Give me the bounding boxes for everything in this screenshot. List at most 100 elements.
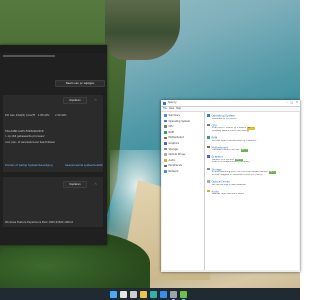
summary-section: CPU Intel Core i7 8565U @ 1.80GHz 46 °C Whi… [207, 123, 297, 133]
summary-detail-line: No optical disk drives detected [212, 183, 246, 186]
category-icon [164, 147, 167, 151]
temperature-badge: 38 °C [268, 171, 277, 174]
category-icon [207, 180, 210, 183]
system-type-value: r, op x64 gebaseerde processor [5, 135, 45, 138]
summary-section: Audio Realtek High Definition Audio [207, 189, 297, 196]
speccy-window: Speccy – □ ✕ File View Help Summary Opera… [161, 100, 300, 272]
category-icon [164, 136, 167, 140]
summary-section: Graphics Generic PnP Monitor 35 °C Intel UH… [207, 155, 297, 164]
windows-specs-copy-button[interactable]: Kopiëren [63, 181, 87, 188]
speccy-sidebar-item[interactable]: Storage [164, 148, 204, 152]
speccy-titlebar: Speccy – □ ✕ [161, 100, 300, 107]
speccy-sidebar-label: Operating System [168, 119, 191, 123]
speccy-sidebar-label: RAM [168, 130, 174, 134]
start-icon[interactable] [110, 290, 117, 298]
device-specs-card: Kopiëren ︿ 1th Gen Intel(R) Core(TM) 1.8… [3, 95, 103, 172]
speccy-sidebar-item[interactable]: Operating System [164, 120, 204, 124]
device-specs-copy-button[interactable]: Kopiëren [63, 97, 87, 104]
processor-current-speed: 2.30 GHz [55, 114, 67, 117]
speccy-sidebar-label: Network [168, 170, 179, 173]
speccy-sidebar-label: Graphics [168, 142, 180, 145]
processor-speed: 1.80 GHz [38, 114, 50, 117]
summary-detail-line: 931GB Seagate ST1000LM035-1RK172 (SATA) [212, 173, 263, 176]
menu-help[interactable]: Help [176, 107, 181, 111]
category-icon [164, 131, 167, 134]
speccy-sidebar-item[interactable]: Summary [164, 114, 204, 118]
speccy-sidebar-label: Peripherals [168, 164, 182, 168]
close-icon[interactable]: ✕ [296, 101, 298, 104]
experience-pack-value: Windows Feature Experience Pack 1000.226… [5, 221, 74, 224]
category-icon [207, 114, 210, 117]
category-icon [164, 164, 167, 168]
speccy-sidebar-label: Motherboard [168, 136, 184, 140]
category-icon [164, 159, 167, 162]
speccy-sidebar-label: CPU [168, 125, 174, 129]
summary-detail-line: Realtek High Definition Audio [212, 193, 245, 196]
menu-view[interactable]: View [169, 107, 174, 111]
summary-detail-line: 16.0GB Dual-Channel DDR4 @ 1196MHz [212, 139, 257, 142]
edge-icon[interactable] [150, 290, 157, 298]
settings-window: Naam van pc wijzigen Kopiëren ︿ 1th Gen … [0, 45, 107, 245]
search-icon[interactable] [120, 290, 127, 298]
speccy-icon[interactable] [180, 290, 187, 300]
processor-value: 1th Gen Intel(R) Core(TM) [5, 114, 35, 117]
summary-detail-line: Windows 11 Pro 64-bit [212, 117, 237, 120]
speccy-sidebar-item[interactable]: Network [164, 170, 204, 174]
summary-detail-line: ASUSTeK COMPUTER INC. 43 °C [212, 149, 249, 152]
category-icon [164, 114, 167, 117]
speccy-sidebar-item[interactable]: RAM [164, 131, 204, 135]
category-icon [207, 136, 210, 139]
speccy-sidebar-label: Audio [168, 158, 176, 162]
category-icon [207, 145, 210, 149]
rename-pc-button[interactable]: Naam van pc wijzigen [55, 80, 105, 87]
category-icon [207, 155, 210, 158]
speccy-sidebar-item[interactable]: CPU [164, 125, 204, 129]
summary-detail-line: Intel UHD Graphics 620 (ASUStek) [212, 161, 250, 164]
category-icon [207, 189, 210, 193]
speccy-sidebar-item[interactable]: Peripherals [164, 164, 204, 168]
summary-section: Operating System Windows 11 Pro 64-bit [207, 114, 297, 120]
speccy-sidebar-label: Optical Drives [168, 153, 186, 157]
speccy-sidebar-label: Storage [168, 147, 178, 151]
category-icon [207, 167, 210, 171]
temperature-badge: 43 °C [240, 149, 249, 152]
category-icon [164, 119, 167, 123]
minimize-icon[interactable]: – [287, 101, 288, 104]
speccy-sidebar-item[interactable]: Optical Drives [164, 153, 204, 157]
speccy-sidebar-item[interactable]: Audio [164, 159, 204, 163]
device-name-heading [3, 55, 55, 57]
chevron-up-icon[interactable]: ︿ [94, 97, 97, 101]
category-icon [164, 125, 167, 128]
summary-section: Optical Drives No optical disk drives det… [207, 180, 297, 186]
windows-specs-card: Kopiëren ︿ Windows Feature Experience Pa… [3, 177, 103, 227]
speccy-sidebar-item[interactable]: Motherboard [164, 136, 204, 140]
settings-icon[interactable] [170, 290, 177, 300]
summary-detail-line: Whiskey Lake-U 14nm Technology [212, 129, 250, 132]
pen-touch-value: voor pen- of aanraakinvoer beschikbaar [5, 141, 56, 144]
store-icon[interactable] [160, 290, 167, 298]
task-view-icon[interactable] [130, 290, 137, 298]
category-icon [164, 170, 167, 173]
chevron-up-icon[interactable]: ︿ [94, 181, 97, 185]
summary-section: RAM 16.0GB Dual-Channel DDR4 @ 1196MHz [207, 136, 297, 142]
maximize-icon[interactable]: □ [291, 101, 293, 104]
system-protection-link[interactable]: Systeembeveiliging [28, 164, 54, 167]
wallpaper-rock [105, 0, 180, 60]
speccy-sidebar-item[interactable]: Graphics [164, 142, 204, 146]
category-icon [207, 123, 210, 127]
speccy-sidebar: Summary Operating System CPU RAM Motherboard… [162, 112, 205, 270]
window-caption [0, 45, 107, 53]
speccy-summary-panel: Operating System Windows 11 Pro 64-bit CPU… [205, 112, 299, 270]
summary-section: Motherboard ASUSTeK COMPUTER INC. 43 °C [207, 145, 297, 152]
domain-workgroup-link[interactable]: Domein of werkgroep [5, 164, 27, 167]
menu-file[interactable]: File [163, 107, 167, 111]
summary-section: Storage 476GB Samsung SSD 970 EVO Plus 50… [207, 167, 297, 177]
category-icon [164, 142, 167, 145]
device-id-value: F4A-A48D-AA05-F028A0A20C8 [5, 130, 44, 133]
speccy-app-icon [163, 101, 166, 105]
file-explorer-icon[interactable] [140, 290, 147, 298]
advanced-system-settings-link[interactable]: Geavanceerde systeeminstellingen [65, 164, 103, 167]
category-icon [164, 153, 167, 156]
speccy-title: Speccy [168, 101, 177, 105]
speccy-sidebar-label: Summary [168, 114, 181, 117]
